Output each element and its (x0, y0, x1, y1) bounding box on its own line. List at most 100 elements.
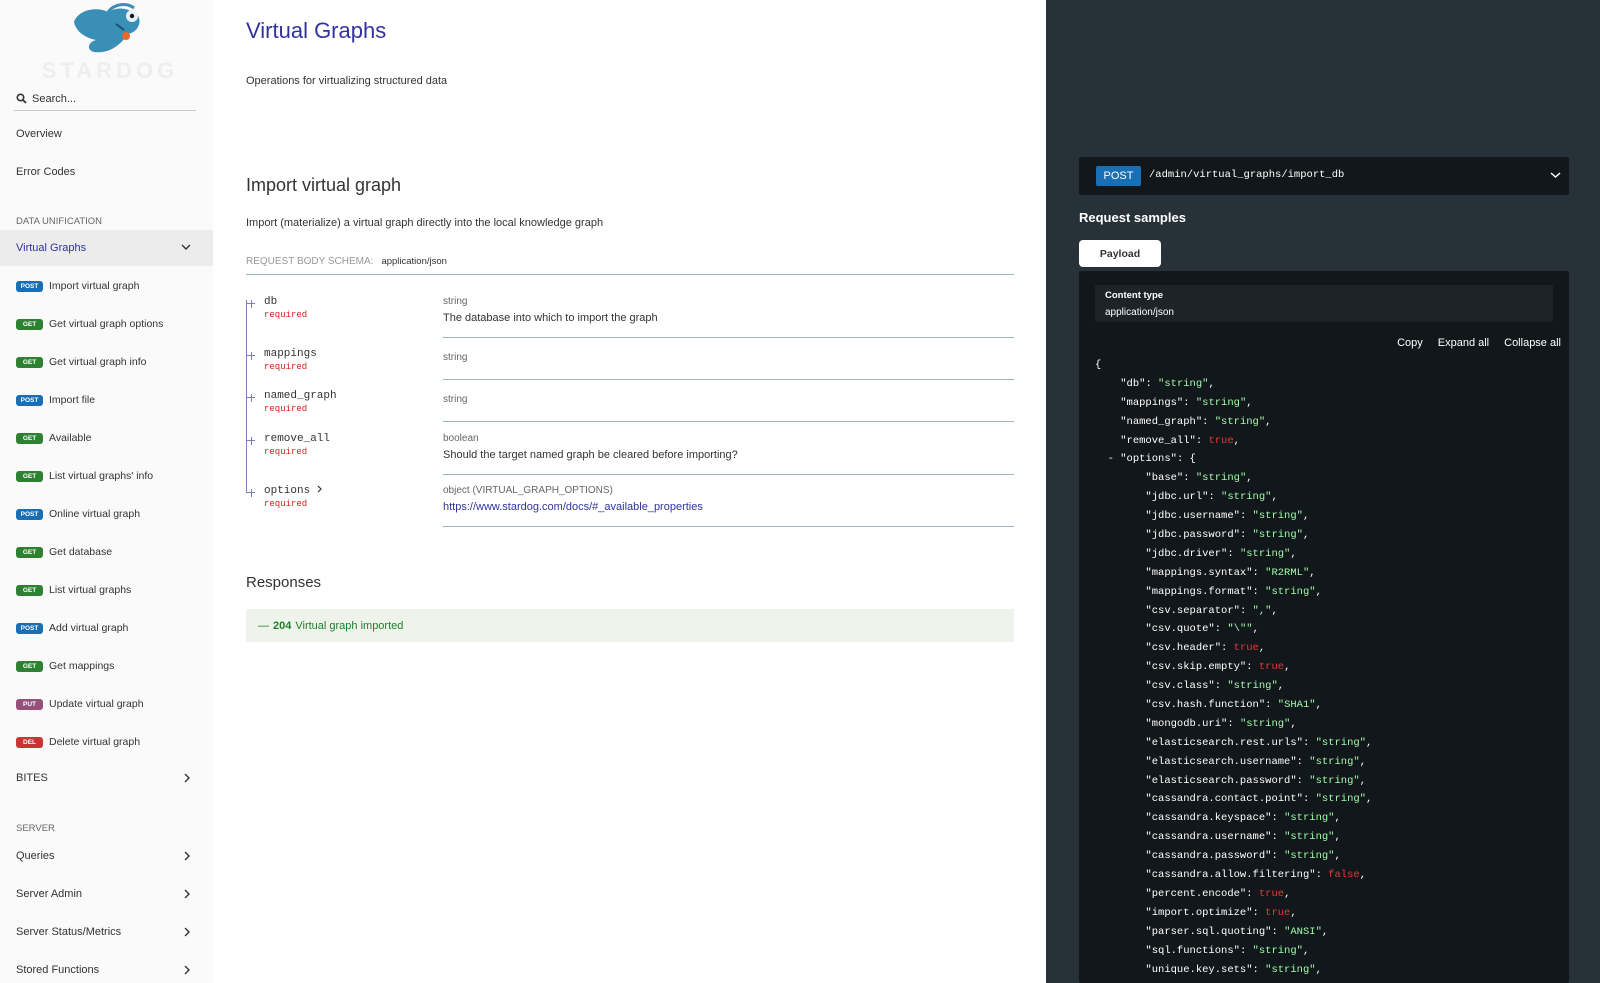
operation-title: Import virtual graph (246, 175, 402, 195)
sidebar-op-import-file[interactable]: POST Import file (0, 382, 213, 418)
sidebar-op-label: Get virtual graph info (49, 356, 147, 368)
page-description: Operations for virtualizing structured d… (246, 75, 448, 87)
sidebar-op-list-virtual-graphs-info[interactable]: GET List virtual graphs' info (0, 458, 213, 494)
sidebar-item-virtual-graphs[interactable]: Virtual Graphs (0, 230, 213, 266)
sidebar-op-list-virtual-graphs[interactable]: GET List virtual graphs (0, 572, 213, 608)
sidebar-op-delete-virtual-graph[interactable]: DEL Delete virtual graph (0, 724, 213, 760)
section-server: SERVER (16, 823, 55, 834)
sidebar-op-update-virtual-graph[interactable]: PUT Update virtual graph (0, 686, 213, 722)
responses-title: Responses (246, 574, 322, 591)
section-data-unification: DATA UNIFICATION (16, 216, 103, 227)
collapse-toggle[interactable]: - (1108, 453, 1114, 465)
page-title: Virtual Graphs (246, 18, 387, 43)
param-required: required (264, 499, 308, 509)
sidebar-item-label: Virtual Graphs (16, 242, 87, 254)
code-line: "base": "string", (1145, 472, 1253, 485)
method-badge-get: GET (16, 546, 43, 558)
available-properties-link[interactable]: https://www.stardog.com/docs/#_available… (443, 501, 703, 513)
sidebar-op-label: Import file (49, 394, 96, 406)
sidebar-item-queries[interactable]: Queries (0, 838, 213, 874)
sidebar-op-get-virtual-graph-options[interactable]: GET Get virtual graph options (0, 306, 213, 342)
code-line: "named_graph": "string", (1120, 415, 1272, 428)
sidebar-item-bites[interactable]: BITES (0, 760, 213, 796)
param-separator (443, 379, 1014, 380)
param-type: string (443, 296, 468, 307)
content-type-label: Content type (1105, 290, 1164, 301)
param-required: required (264, 447, 308, 457)
code-line: "csv.class": "string", (1145, 680, 1285, 693)
sidebar: STARDOG Overview Error Codes DATA UNIFIC… (0, 0, 213, 983)
sidebar-op-label: Get database (49, 546, 113, 558)
chevron-right-icon (317, 485, 322, 493)
schema-label: REQUEST BODY SCHEMA: (246, 256, 374, 267)
main-content: Virtual Graphs Operations for virtualizi… (213, 0, 1046, 983)
chevron-down-icon (181, 244, 191, 250)
code-line: "cassandra.password": "string", (1145, 850, 1341, 863)
sidebar-item-label: Error Codes (16, 166, 76, 178)
sidebar-op-add-virtual-graph[interactable]: POST Add virtual graph (0, 610, 213, 646)
response-code: 204 (273, 619, 292, 632)
param-description: The database into which to import the gr… (443, 312, 658, 324)
search-input[interactable] (32, 90, 192, 108)
sidebar-op-label: List virtual graphs (49, 584, 132, 596)
sidebar-op-available[interactable]: GET Available (0, 420, 213, 456)
payload-tab[interactable]: Payload (1079, 240, 1161, 267)
chevron-right-icon (184, 851, 190, 861)
sidebar-item-label: Server Status/Metrics (16, 926, 122, 938)
sidebar-op-label: Available (49, 432, 92, 444)
code-line: "csv.hash.function": "SHA1", (1145, 699, 1322, 712)
code-line: "jdbc.username": "string", (1145, 510, 1310, 523)
param-name: remove_all (264, 433, 331, 445)
sidebar-item-overview[interactable]: Overview (0, 116, 213, 152)
json-payload-sample: { "db": "string", "mappings": "string", … (1095, 356, 1565, 979)
sidebar-op-online-virtual-graph[interactable]: POST Online virtual graph (0, 496, 213, 532)
param-type: boolean (443, 433, 479, 444)
expand-all-button[interactable]: Expand all (1438, 337, 1489, 349)
code-line: "csv.header": true, (1145, 642, 1266, 655)
right-panel: POST /admin/virtual_graphs/import_db Req… (1046, 0, 1600, 983)
code-line: "remove_all": true, (1120, 434, 1240, 447)
sidebar-op-get-mappings[interactable]: GET Get mappings (0, 648, 213, 684)
param-required: required (264, 362, 308, 372)
request-samples-title: Request samples (1079, 210, 1186, 225)
endpoint-method-badge: POST (1096, 166, 1141, 186)
chevron-down-icon (1550, 172, 1561, 179)
search-box[interactable] (14, 88, 196, 111)
sidebar-op-label: Delete virtual graph (49, 736, 141, 748)
code-line: { (1095, 359, 1102, 371)
code-line: - "options": { (1107, 453, 1196, 466)
copy-button[interactable]: Copy (1397, 337, 1423, 349)
sidebar-item-server-admin[interactable]: Server Admin (0, 876, 213, 912)
sidebar-op-label: List virtual graphs' info (49, 470, 154, 482)
param-name-expandable[interactable]: options (264, 485, 323, 497)
sidebar-op-get-database[interactable]: GET Get database (0, 534, 213, 570)
sidebar-item-server-status-metrics[interactable]: Server Status/Metrics (0, 914, 213, 950)
code-line: "elasticsearch.password": "string", (1145, 774, 1366, 787)
endpoint-selector[interactable]: POST /admin/virtual_graphs/import_db (1079, 157, 1569, 195)
sidebar-op-label: Get virtual graph options (49, 318, 164, 330)
method-badge-get: GET (16, 356, 43, 368)
sidebar-op-get-virtual-graph-info[interactable]: GET Get virtual graph info (0, 344, 213, 380)
sidebar-op-import-virtual-graph[interactable]: POST Import virtual graph (0, 268, 213, 304)
param-name: named_graph (264, 390, 337, 402)
sidebar-item-label: BITES (16, 772, 48, 784)
endpoint-path: /admin/virtual_graphs/import_db (1149, 169, 1345, 181)
sidebar-item-error-codes[interactable]: Error Codes (0, 154, 213, 190)
sidebar-op-label: Update virtual graph (49, 698, 144, 710)
sidebar-op-label: Import virtual graph (49, 280, 140, 292)
sidebar-item-label: Stored Functions (16, 964, 100, 976)
method-badge-post: POST (16, 622, 43, 634)
sidebar-item-label: Queries (16, 850, 55, 862)
response-dash: — (258, 619, 269, 632)
code-line: "unique.key.sets": "string", (1145, 963, 1322, 976)
response-204-row[interactable]: — 204 Virtual graph imported (246, 609, 1014, 642)
schema-content-type: application/json (381, 256, 447, 267)
code-sample-panel: Content type application/json Copy Expan… (1079, 271, 1569, 983)
collapse-all-button[interactable]: Collapse all (1504, 337, 1561, 349)
code-line: "import.optimize": true, (1145, 906, 1297, 919)
response-text: Virtual graph imported (295, 619, 404, 632)
sidebar-op-label: Online virtual graph (49, 508, 141, 520)
sidebar-item-stored-functions[interactable]: Stored Functions (0, 952, 213, 983)
chevron-right-icon (184, 927, 190, 937)
method-badge-get: GET (16, 584, 43, 596)
